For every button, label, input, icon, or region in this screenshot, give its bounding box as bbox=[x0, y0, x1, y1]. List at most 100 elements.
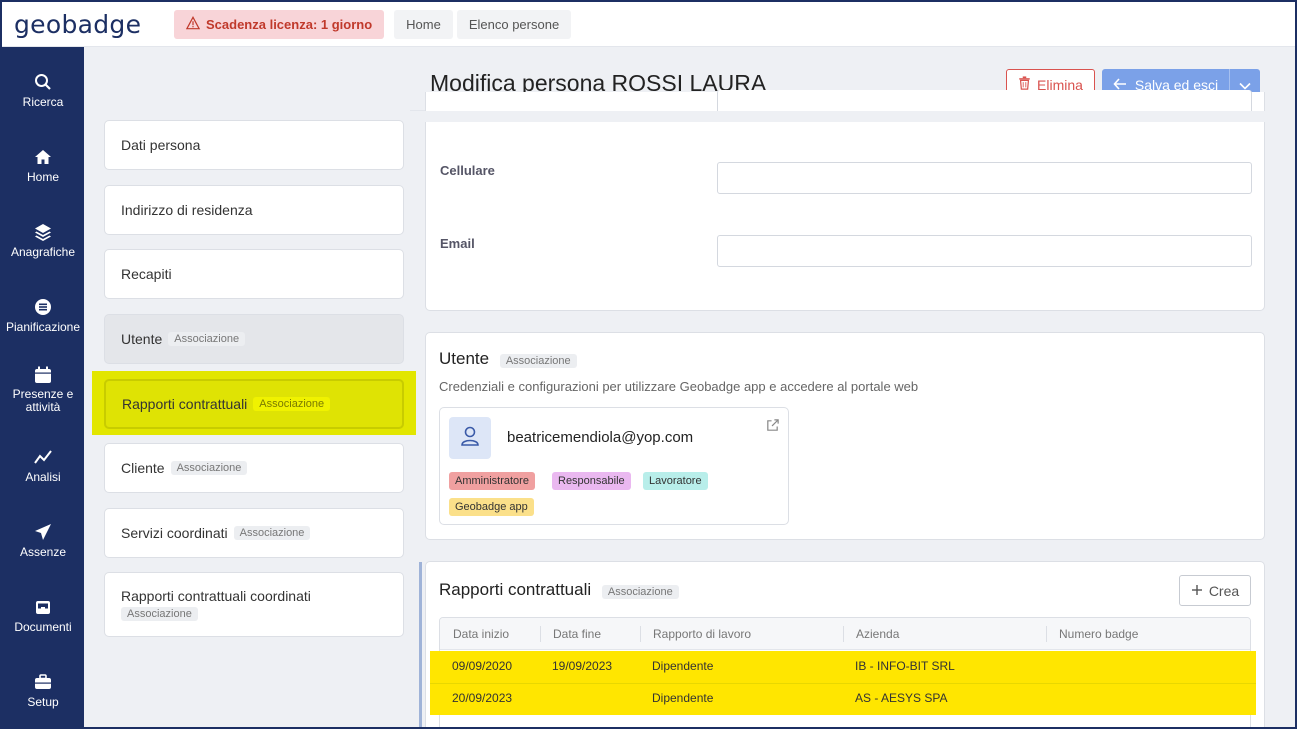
inbox-icon bbox=[33, 597, 53, 617]
column-separator bbox=[1046, 626, 1047, 642]
nav-item-registry[interactable]: Anagrafiche bbox=[2, 222, 84, 259]
external-link-icon[interactable] bbox=[765, 418, 780, 438]
list-circle-icon bbox=[33, 297, 53, 317]
contracts-card-title: Rapporti contrattuali Associazione bbox=[439, 580, 679, 600]
nav-item-setup[interactable]: Setup bbox=[2, 672, 84, 709]
user-avatar bbox=[449, 417, 491, 459]
user-email: beatricemendiola@yop.com bbox=[507, 429, 694, 446]
email-label: Email bbox=[440, 236, 475, 251]
nav-item-documents[interactable]: Documenti bbox=[2, 597, 84, 634]
role-badge-admin: Amministratore bbox=[449, 472, 535, 490]
section-coordinated-services[interactable]: Servizi coordinati Associazione bbox=[104, 508, 404, 558]
cell-employment-type: Dipendente bbox=[652, 691, 714, 705]
app-window: geobadge Scadenza licenza: 1 giorno Home… bbox=[0, 0, 1297, 729]
cell-end-date: 19/09/2023 bbox=[552, 659, 613, 673]
layers-icon bbox=[33, 222, 53, 242]
association-tag: Associazione bbox=[601, 585, 679, 599]
breadcrumb-home[interactable]: Home bbox=[394, 9, 453, 39]
header-mask bbox=[410, 111, 1265, 122]
row-divider bbox=[430, 683, 1256, 684]
section-client[interactable]: Cliente Associazione bbox=[104, 443, 404, 493]
table-header: Data inizio Data fine Rapporto di lavoro… bbox=[440, 618, 1250, 650]
column-header-employment-type[interactable]: Rapporto di lavoro bbox=[653, 627, 751, 641]
nav-label: Setup bbox=[27, 695, 59, 709]
nav-label: Analisi bbox=[25, 470, 61, 484]
role-badge-app: Geobadge app bbox=[449, 498, 534, 516]
role-badge-manager: Responsabile bbox=[552, 472, 631, 490]
email-input[interactable] bbox=[717, 235, 1252, 267]
top-bar: geobadge Scadenza licenza: 1 giorno Home… bbox=[2, 2, 1295, 47]
nav-item-planning[interactable]: Pianificazione bbox=[2, 297, 84, 334]
association-tag: Associazione bbox=[233, 526, 311, 540]
nav-item-home[interactable]: Home bbox=[2, 147, 84, 184]
section-label: Dati persona bbox=[121, 137, 201, 153]
paper-plane-icon bbox=[33, 522, 53, 542]
section-label: Rapporti contrattuali coordinati bbox=[121, 588, 311, 604]
app-logo[interactable]: geobadge bbox=[14, 10, 166, 39]
nav-label: Ricerca bbox=[22, 95, 64, 109]
column-separator bbox=[640, 626, 641, 642]
section-contacts[interactable]: Recapiti bbox=[104, 249, 404, 299]
nav-label: Documenti bbox=[14, 620, 72, 634]
cell-employment-type: Dipendente bbox=[652, 659, 714, 673]
home-icon bbox=[33, 147, 53, 167]
section-label: Indirizzo di residenza bbox=[121, 202, 253, 218]
sidebar-nav: Ricerca Home Anagrafiche Pianificazione … bbox=[2, 47, 84, 727]
create-label: Crea bbox=[1208, 582, 1240, 599]
briefcase-icon bbox=[33, 672, 53, 692]
scroll-indicator[interactable] bbox=[419, 562, 422, 727]
section-label: Utente bbox=[121, 331, 163, 347]
license-label: Scadenza licenza: 1 giorno bbox=[206, 16, 373, 32]
section-label: Rapporti contrattuali bbox=[122, 396, 248, 412]
section-label: Cliente bbox=[121, 460, 165, 476]
warning-icon bbox=[185, 15, 201, 33]
association-tag: Associazione bbox=[170, 461, 248, 475]
section-coordinated-contracts[interactable]: Rapporti contrattuali coordinati Associa… bbox=[104, 572, 404, 637]
user-card-title: Utente Associazione bbox=[439, 349, 577, 369]
plus-icon bbox=[1191, 583, 1203, 599]
cell-company: AS - AESYS SPA bbox=[855, 691, 948, 705]
column-header-end-date[interactable]: Data fine bbox=[553, 627, 601, 641]
role-badge-worker: Lavoratore bbox=[643, 472, 708, 490]
column-header-badge-number[interactable]: Numero badge bbox=[1059, 627, 1138, 641]
cell-start-date: 09/09/2020 bbox=[452, 659, 513, 673]
chart-line-icon bbox=[33, 447, 53, 467]
nav-label: Presenze e attività bbox=[12, 387, 74, 414]
contracts-card-title-text: Rapporti contrattuali bbox=[439, 580, 592, 599]
user-card-subtitle: Credenziali e configurazioni per utilizz… bbox=[439, 379, 919, 394]
user-account-box: beatricemendiola@yop.com Amministratore … bbox=[439, 407, 789, 525]
section-label: Servizi coordinati bbox=[121, 525, 228, 541]
nav-label: Pianificazione bbox=[5, 320, 81, 334]
association-tag: Associazione bbox=[499, 354, 577, 368]
nav-item-search[interactable]: Ricerca bbox=[2, 72, 84, 109]
column-header-company[interactable]: Azienda bbox=[856, 627, 899, 641]
user-icon bbox=[459, 425, 481, 452]
column-separator bbox=[540, 626, 541, 642]
cell-start-date: 20/09/2023 bbox=[452, 691, 513, 705]
association-tag: Associazione bbox=[168, 332, 246, 346]
nav-item-absences[interactable]: Assenze bbox=[2, 522, 84, 559]
section-label: Recapiti bbox=[121, 266, 172, 282]
search-icon bbox=[33, 72, 53, 92]
nav-label: Anagrafiche bbox=[10, 245, 76, 259]
cell-company: IB - INFO-BIT SRL bbox=[855, 659, 955, 673]
breadcrumb-people-list[interactable]: Elenco persone bbox=[456, 9, 572, 39]
nav-item-analytics[interactable]: Analisi bbox=[2, 447, 84, 484]
create-contract-button[interactable]: Crea bbox=[1179, 575, 1251, 606]
license-warning: Scadenza licenza: 1 giorno bbox=[174, 9, 385, 39]
association-tag: Associazione bbox=[121, 607, 198, 621]
column-header-start-date[interactable]: Data inizio bbox=[453, 627, 509, 641]
section-residence-address[interactable]: Indirizzo di residenza bbox=[104, 185, 404, 235]
nav-label: Home bbox=[26, 170, 59, 184]
section-contracts[interactable]: Rapporti contrattuali Associazione bbox=[104, 379, 404, 429]
phone-input[interactable] bbox=[717, 162, 1252, 194]
contacts-card: Cellulare Email bbox=[425, 90, 1265, 311]
column-separator bbox=[843, 626, 844, 642]
nav-label: Assenze bbox=[19, 545, 67, 559]
section-user[interactable]: Utente Associazione bbox=[104, 314, 404, 364]
phone-label: Cellulare bbox=[440, 163, 495, 178]
user-card-title-text: Utente bbox=[439, 349, 490, 368]
nav-item-attendance[interactable]: Presenze e attività bbox=[2, 365, 84, 414]
calendar-icon bbox=[33, 365, 53, 385]
section-personal-data[interactable]: Dati persona bbox=[104, 120, 404, 170]
